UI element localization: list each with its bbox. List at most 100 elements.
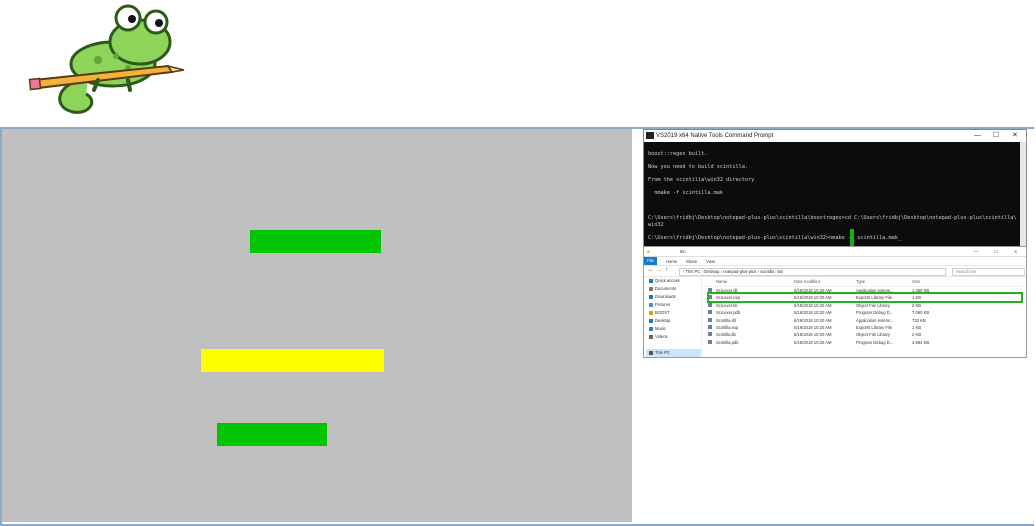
nav-item[interactable]: Downloads bbox=[646, 293, 701, 301]
nav-item bbox=[646, 341, 701, 349]
nav-item-label: Documents bbox=[655, 286, 677, 291]
file-name: SciLexer.pdb bbox=[716, 310, 741, 316]
file-row[interactable]: Scintilla.dll 5/16/2019 10:20 AM Applicati… bbox=[704, 317, 1022, 324]
file-type: Program Debug D... bbox=[856, 310, 894, 316]
navigation-pane: Quick access Documents Downloads Pictures BO… bbox=[646, 277, 702, 357]
file-name: Scintilla.dll bbox=[716, 317, 736, 323]
maximize-icon[interactable]: ☐ bbox=[993, 130, 999, 142]
nav-item-label: Music bbox=[655, 326, 666, 331]
terminal-line: C:\Users\fridbj\Desktop\notepad-plus-plu… bbox=[648, 215, 1017, 222]
command-prompt-titlebar: VS2019 x64 Native Tools Command Prompt —… bbox=[644, 130, 1026, 142]
file-size: 732 KB bbox=[912, 317, 926, 323]
up-icon[interactable]: ↑ bbox=[665, 267, 668, 273]
nav-item[interactable]: Music bbox=[646, 325, 701, 333]
file-size: 2 KB bbox=[912, 332, 922, 338]
file-icon bbox=[708, 317, 712, 322]
close-icon[interactable]: ✕ bbox=[1014, 249, 1018, 254]
file-name: Scintilla.exp bbox=[716, 324, 739, 330]
file-date: 5/16/2019 10:20 AM bbox=[794, 332, 832, 338]
nav-item-label: Pictures bbox=[655, 302, 671, 307]
file-size: 7,060 KB bbox=[912, 310, 930, 316]
column-size[interactable]: Size bbox=[912, 279, 920, 284]
nav-item-icon bbox=[649, 287, 653, 291]
nav-item[interactable]: Pictures bbox=[646, 301, 701, 309]
terminal-line: C:\Users\fridbj\Desktop\notepad-plus-plu… bbox=[648, 234, 901, 241]
content-panel bbox=[2, 129, 632, 522]
file-name: Scintilla.pdb bbox=[716, 339, 739, 345]
file-row[interactable]: SciLexer.pdb 5/16/2019 10:20 AM Program De… bbox=[704, 309, 1022, 316]
nav-item-label: Videos bbox=[655, 334, 668, 339]
file-row[interactable]: Scintilla.exp 5/16/2019 10:20 AM Exports L… bbox=[704, 324, 1022, 331]
command-prompt-window[interactable]: VS2019 x64 Native Tools Command Prompt —… bbox=[643, 129, 1027, 248]
file-icon bbox=[708, 332, 712, 337]
command-prompt-title: VS2019 x64 Native Tools Command Prompt bbox=[656, 133, 774, 139]
nav-item-label: This PC bbox=[655, 350, 670, 355]
nav-item-icon bbox=[649, 351, 653, 355]
nav-item-label: Downloads bbox=[655, 294, 676, 299]
file-row[interactable]: Scintilla.lib 5/16/2019 10:20 AM Object Fi… bbox=[704, 331, 1022, 338]
file-type: Object File Library bbox=[856, 332, 890, 338]
file-icon bbox=[708, 339, 712, 344]
file-date: 5/16/2019 10:20 AM bbox=[794, 324, 832, 330]
minimize-icon[interactable]: — bbox=[974, 249, 978, 254]
file-type: Program Debug D... bbox=[856, 339, 894, 345]
nav-item[interactable]: This PC bbox=[646, 349, 701, 357]
terminal-icon bbox=[646, 132, 654, 139]
nav-item[interactable]: Videos bbox=[646, 333, 701, 341]
nav-item[interactable]: BOOST bbox=[646, 309, 701, 317]
tab-file[interactable]: File bbox=[644, 257, 657, 265]
minimize-icon[interactable]: — bbox=[974, 130, 981, 142]
file-icon bbox=[708, 310, 712, 315]
nav-item-label: Quick access bbox=[655, 278, 680, 283]
column-type[interactable]: Type bbox=[856, 279, 865, 284]
file-name: Scintilla.lib bbox=[716, 332, 736, 338]
nav-item-icon bbox=[649, 311, 653, 315]
header bbox=[0, 0, 1036, 127]
file-icon bbox=[708, 324, 712, 329]
nav-item-label: Desktop bbox=[655, 318, 671, 323]
column-date[interactable]: Date modified bbox=[794, 279, 820, 284]
nav-item-icon bbox=[649, 327, 653, 331]
chameleon-logo-icon bbox=[28, 4, 185, 114]
file-size: 4,964 KB bbox=[912, 339, 930, 345]
column-name[interactable]: Name bbox=[716, 279, 727, 284]
file-date: 5/16/2019 10:20 AM bbox=[794, 302, 832, 308]
selected-file-outline bbox=[707, 292, 1023, 303]
yellow-highlight bbox=[201, 349, 384, 372]
green-highlight-1 bbox=[250, 230, 381, 253]
file-date: 5/16/2019 10:20 AM bbox=[794, 310, 832, 316]
nav-item[interactable]: Desktop bbox=[646, 317, 701, 325]
file-date: 5/16/2019 10:20 AM bbox=[794, 339, 832, 345]
file-size: 1 KB bbox=[912, 324, 922, 330]
nav-item-icon bbox=[649, 279, 653, 283]
file-date: 5/16/2019 10:20 AM bbox=[794, 317, 832, 323]
nav-item-icon bbox=[649, 319, 653, 323]
back-icon[interactable]: ← bbox=[648, 267, 654, 273]
tab-view[interactable]: View bbox=[706, 259, 715, 264]
search-input[interactable]: Search bin bbox=[952, 268, 1025, 276]
nav-item[interactable]: Quick access bbox=[646, 277, 701, 285]
file-size: 2 KB bbox=[912, 302, 922, 308]
tab-share[interactable]: Share bbox=[686, 259, 697, 264]
green-highlight-2 bbox=[217, 423, 327, 446]
scrollbar[interactable] bbox=[1020, 142, 1026, 246]
tab-home[interactable]: Home bbox=[666, 259, 677, 264]
nav-item-icon bbox=[649, 303, 653, 307]
file-type: Exports Library File bbox=[856, 324, 893, 330]
file-name: SciLexer.lib bbox=[716, 302, 738, 308]
file-type: Application extens... bbox=[856, 317, 894, 323]
close-icon[interactable]: ✕ bbox=[1012, 130, 1018, 142]
file-row[interactable]: Scintilla.pdb 5/16/2019 10:20 AM Program D… bbox=[704, 339, 1022, 346]
address-bar[interactable]: › This PC › Desktop › notepad-plus-plus … bbox=[679, 268, 946, 276]
address-row: ← → ↑ › This PC › Desktop › notepad-plus… bbox=[644, 266, 1026, 277]
file-type: Object File Library bbox=[856, 302, 890, 308]
nav-item[interactable]: Documents bbox=[646, 285, 701, 293]
explorer-title: bin bbox=[680, 249, 686, 254]
nav-item-icon bbox=[649, 335, 653, 339]
file-icon bbox=[708, 302, 712, 307]
column-headers: Name Date modified Type Size bbox=[704, 278, 1022, 287]
maximize-icon[interactable]: ☐ bbox=[994, 249, 998, 254]
ribbon: File Home Share View bbox=[644, 257, 1026, 266]
folder-icon: ■ bbox=[647, 249, 650, 254]
forward-icon[interactable]: → bbox=[656, 267, 662, 273]
